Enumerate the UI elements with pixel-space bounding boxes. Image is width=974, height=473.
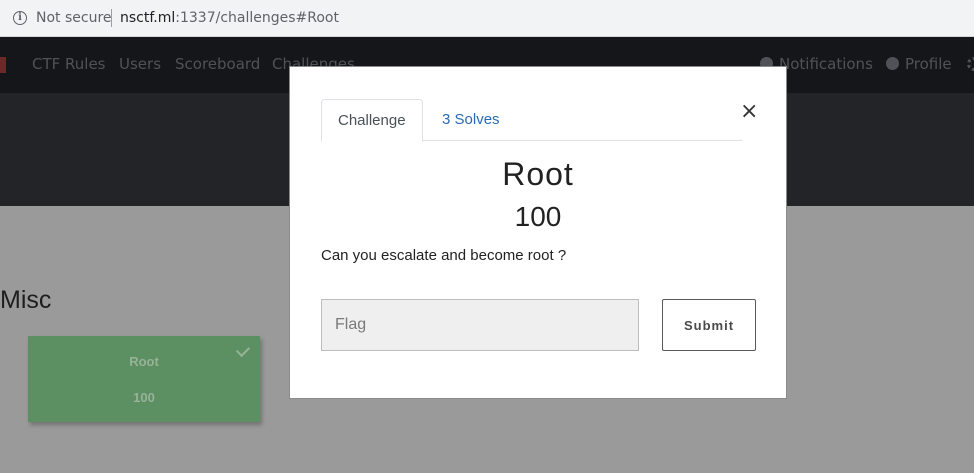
url-host: nsctf.ml [120,10,176,26]
challenge-value: 100 [514,201,562,232]
browser-address-bar[interactable]: i Not secure nsctf.ml:1337/challenges#Ro… [0,0,974,37]
nav-item-users[interactable]: Users [119,55,161,73]
challenge-card-value: 100 [133,390,155,405]
flag-input[interactable] [321,299,639,351]
url-path: :1337/challenges#Root [175,10,339,26]
gear-icon[interactable] [967,57,974,71]
challenge-modal: Challenge 3 Solves × Root 100 Can you es… [289,66,787,399]
info-icon[interactable]: i [13,11,27,25]
tab-solves[interactable]: 3 Solves [426,99,516,141]
nav-item-profile[interactable]: Profile [886,55,952,73]
challenge-title: Root [502,156,574,192]
nav-item-ctf-rules[interactable]: CTF Rules [32,55,106,73]
category-heading: Misc [0,286,52,314]
modal-tabs: Challenge 3 Solves [321,99,742,142]
url-text[interactable]: nsctf.ml:1337/challenges#Root [120,10,339,26]
close-button[interactable]: × [740,99,758,124]
submit-button[interactable]: Submit [662,299,756,351]
challenge-card-root[interactable]: Root 100 [28,336,260,422]
user-icon [886,57,899,70]
profile-label: Profile [905,55,952,73]
tab-challenge[interactable]: Challenge [321,99,423,142]
challenge-card-name: Root [129,354,159,369]
notifications-label: Notifications [779,55,873,73]
brand-logo[interactable] [0,57,6,73]
nav-item-scoreboard[interactable]: Scoreboard [175,55,260,73]
security-label: Not secure [36,10,112,26]
challenge-description: Can you escalate and become root ? [321,247,567,264]
url-separator [111,9,112,27]
